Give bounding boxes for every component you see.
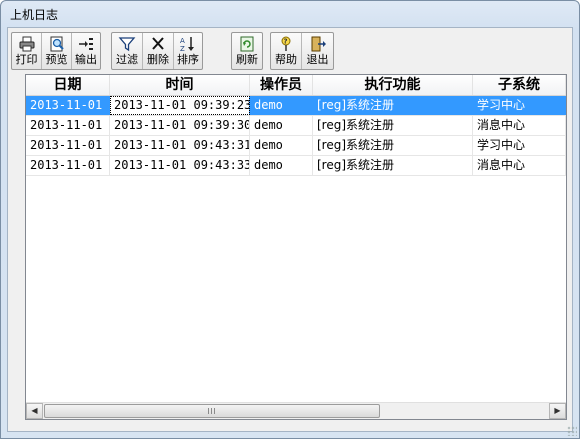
table-row[interactable]: 2013-11-01 2013-11-01 09:43:33 demo [reg… [26, 156, 566, 176]
refresh-icon [240, 36, 254, 52]
print-button[interactable]: 打印 [12, 33, 42, 69]
preview-button[interactable]: 预览 [42, 33, 72, 69]
preview-icon [50, 36, 64, 52]
cell-time: 2013-11-01 09:43:33 [110, 156, 250, 175]
cell-operator: demo [250, 156, 313, 175]
cell-date: 2013-11-01 [26, 96, 110, 115]
cell-operator: demo [250, 136, 313, 155]
sort-label: 排序 [177, 53, 199, 66]
client-area: 打印 预览 输出 过滤 删除 A Z 排序 刷新 ? 帮助 退出 日期 时间 操… [7, 27, 573, 432]
cell-operator: demo [250, 116, 313, 135]
list-header: 日期 时间 操作员 执行功能 子系统 [26, 75, 566, 96]
svg-text:A: A [180, 37, 185, 45]
scroll-left-button[interactable]: ◀ [26, 403, 43, 419]
cell-time: 2013-11-01 09:43:31 [110, 136, 250, 155]
print-label: 打印 [15, 53, 38, 66]
delete-icon [152, 37, 164, 50]
toolbar-group-data: 过滤 删除 A Z 排序 [111, 32, 203, 70]
scrollbar-thumb[interactable] [44, 404, 380, 418]
table-row[interactable]: 2013-11-01 2013-11-01 09:43:31 demo [reg… [26, 136, 566, 156]
printer-icon [19, 36, 34, 52]
horizontal-scrollbar[interactable]: ◀ ▶ [26, 402, 566, 419]
column-header-operator[interactable]: 操作员 [250, 75, 313, 95]
export-button[interactable]: 输出 [72, 33, 100, 69]
table-row[interactable]: 2013-11-01 2013-11-01 09:39:23 demo [reg… [26, 96, 566, 116]
title-bar[interactable]: 上机日志 [1, 1, 579, 27]
table-row[interactable]: 2013-11-01 2013-11-01 09:39:30 demo [reg… [26, 116, 566, 136]
column-header-time[interactable]: 时间 [110, 75, 250, 95]
sort-icon: A Z [180, 37, 194, 53]
cell-time: 2013-11-01 09:39:30 [110, 116, 250, 135]
exit-button[interactable]: 退出 [302, 33, 333, 69]
resize-grip[interactable] [567, 426, 577, 436]
cell-date: 2013-11-01 [26, 116, 110, 135]
svg-text:Z: Z [180, 45, 185, 53]
column-header-date[interactable]: 日期 [26, 75, 110, 95]
cell-function: [reg]系统注册 [313, 156, 473, 175]
cell-time: 2013-11-01 09:39:23 [110, 96, 250, 115]
help-label: 帮助 [275, 53, 297, 66]
delete-label: 删除 [147, 53, 169, 66]
cell-date: 2013-11-01 [26, 136, 110, 155]
refresh-label: 刷新 [236, 53, 258, 66]
scroll-right-button[interactable]: ▶ [549, 403, 566, 419]
filter-icon [118, 37, 136, 52]
export-label: 输出 [75, 53, 97, 66]
help-icon: ? [281, 36, 291, 51]
cell-subsystem: 消息中心 [473, 156, 566, 175]
toolbar-group-refresh: 刷新 [231, 32, 263, 70]
help-button[interactable]: ? 帮助 [271, 33, 302, 69]
cell-subsystem: 学习中心 [473, 136, 566, 155]
cell-subsystem: 消息中心 [473, 116, 566, 135]
svg-text:?: ? [284, 38, 288, 46]
list-rows: 2013-11-01 2013-11-01 09:39:23 demo [reg… [26, 96, 566, 176]
cell-operator: demo [250, 96, 313, 115]
filter-label: 过滤 [116, 53, 138, 66]
sort-button[interactable]: A Z 排序 [174, 33, 202, 69]
log-window: 上机日志 打印 预览 输出 过滤 删除 A Z 排序 刷新 ? 帮助 退出 日期… [0, 0, 580, 439]
toolbar-group-app: ? 帮助 退出 [270, 32, 334, 70]
delete-button[interactable]: 删除 [143, 33, 174, 69]
filter-button[interactable]: 过滤 [112, 33, 143, 69]
toolbar-group-output: 打印 预览 输出 [11, 32, 101, 70]
cell-subsystem: 学习中心 [473, 96, 566, 115]
log-list[interactable]: 日期 时间 操作员 执行功能 子系统 2013-11-01 2013-11-01… [25, 74, 567, 420]
exit-icon [311, 36, 326, 52]
cell-date: 2013-11-01 [26, 156, 110, 175]
preview-label: 预览 [45, 53, 68, 66]
window-title: 上机日志 [10, 8, 59, 22]
grip-icon [208, 408, 216, 414]
cell-function: [reg]系统注册 [313, 96, 473, 115]
export-icon [79, 38, 93, 50]
refresh-button[interactable]: 刷新 [232, 33, 262, 69]
column-header-subsystem[interactable]: 子系统 [473, 75, 566, 95]
column-header-function[interactable]: 执行功能 [313, 75, 473, 95]
cell-function: [reg]系统注册 [313, 116, 473, 135]
cell-function: [reg]系统注册 [313, 136, 473, 155]
toolbar: 打印 预览 输出 过滤 删除 A Z 排序 刷新 ? 帮助 退出 [8, 28, 572, 72]
exit-label: 退出 [306, 53, 329, 66]
